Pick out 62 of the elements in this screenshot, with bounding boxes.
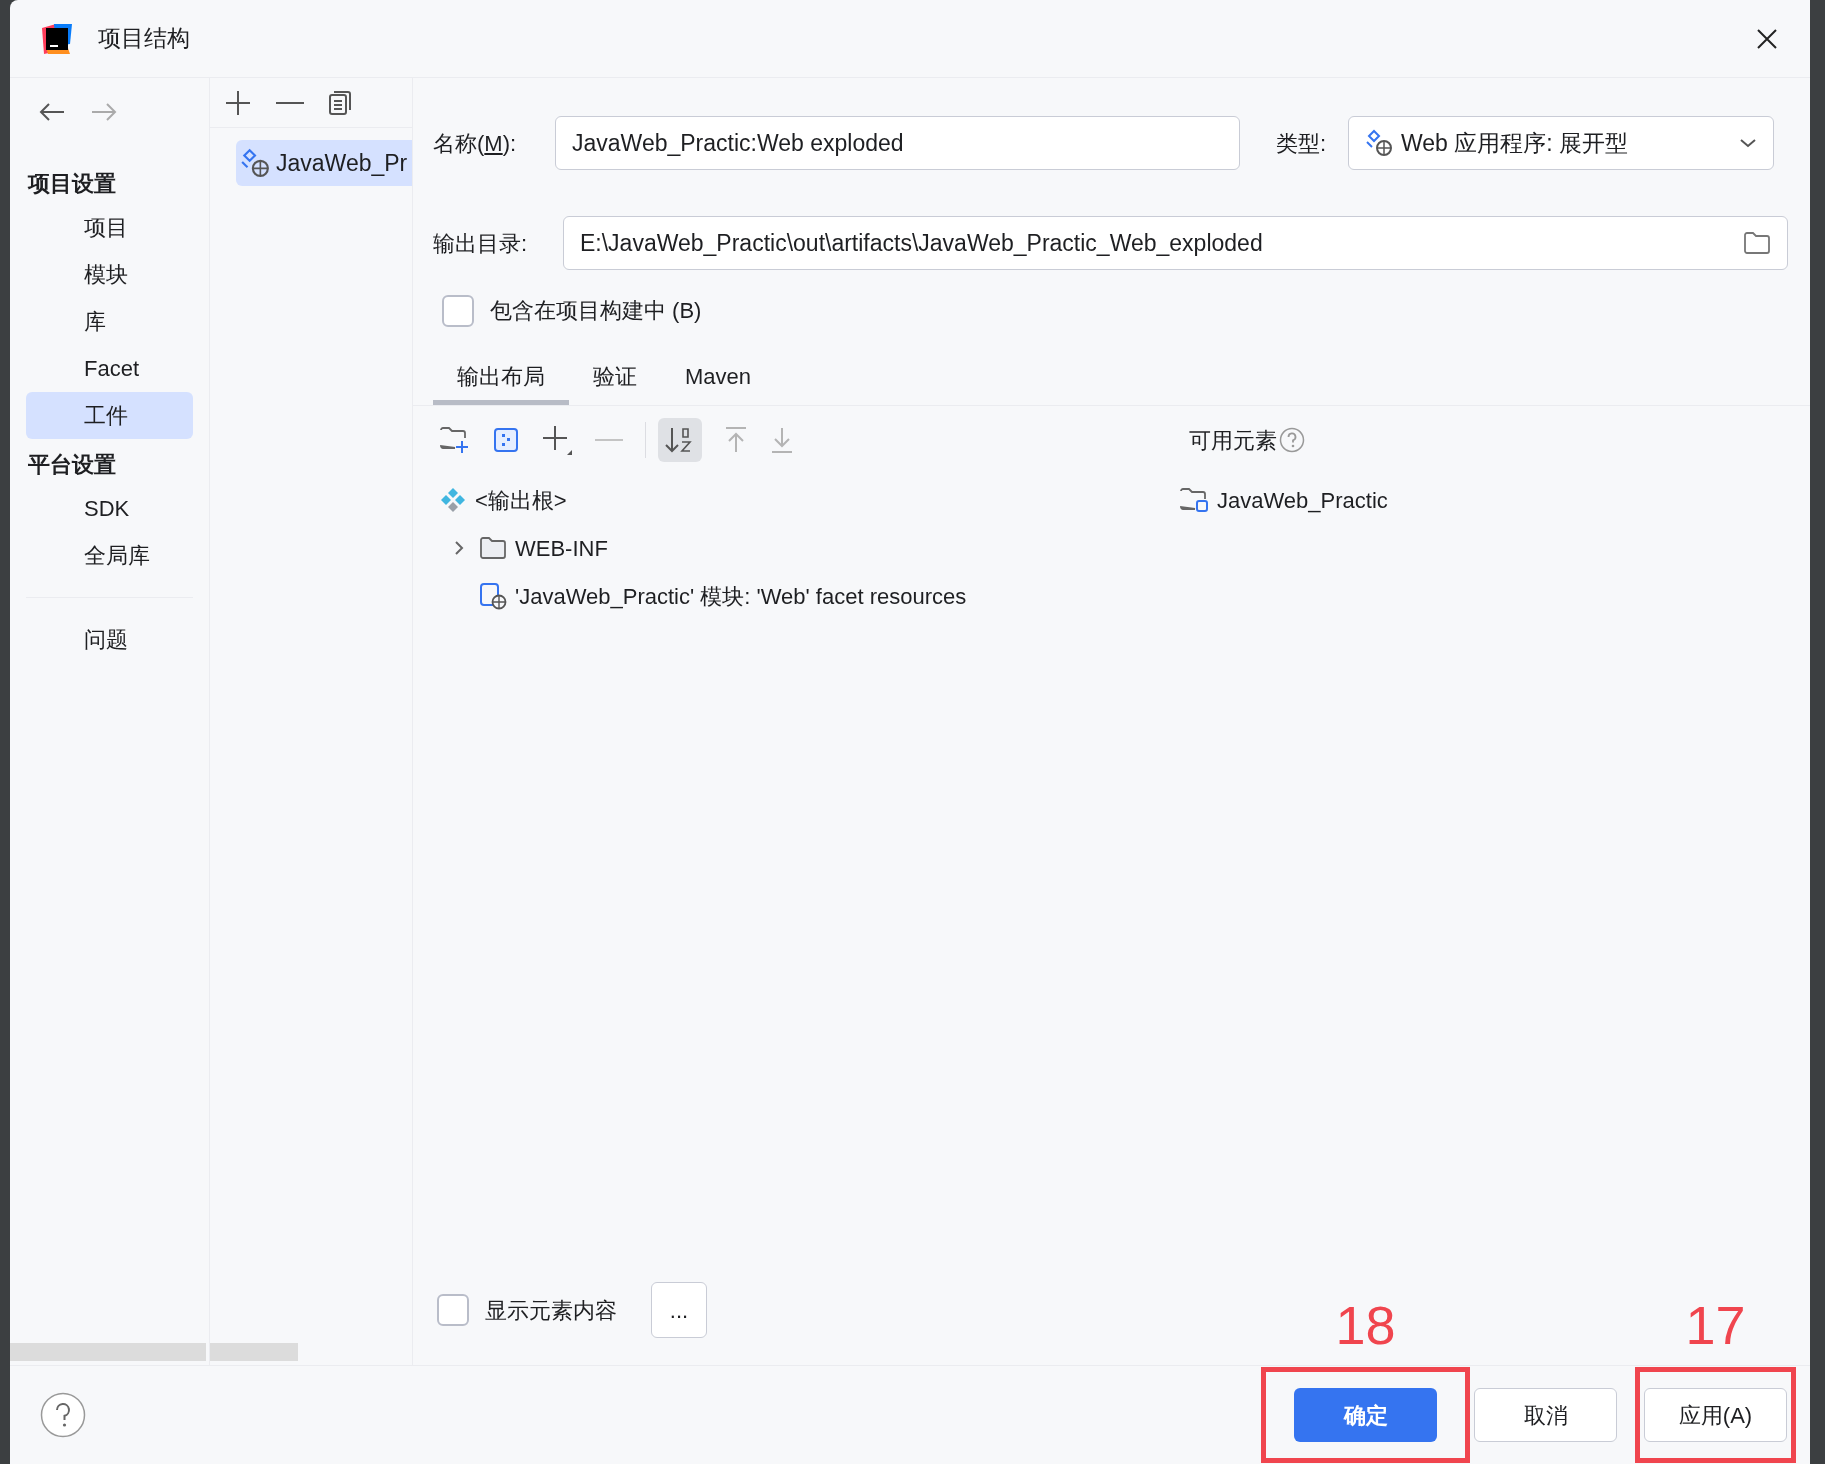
folder-icon[interactable] (1743, 231, 1771, 255)
sidebar-item[interactable]: 全局库 (26, 532, 193, 579)
dialog-button[interactable]: 取消 (1474, 1388, 1617, 1442)
tab[interactable]: 验证 (569, 353, 661, 405)
sort-icon[interactable] (658, 418, 702, 462)
section-heading: 平台设置 (27, 451, 117, 479)
window-title: 项目结构 (98, 24, 190, 54)
name-field[interactable]: JavaWeb_Practic:Web exploded (555, 116, 1240, 170)
checkbox[interactable] (437, 1294, 469, 1326)
module-icon[interactable] (493, 427, 519, 453)
web-module-icon (240, 148, 270, 178)
chevron-right-icon[interactable] (454, 540, 464, 556)
ok-button[interactable]: 确定 (1294, 1388, 1437, 1442)
sidebar-item[interactable]: SDK (26, 485, 193, 532)
help-icon[interactable] (40, 1392, 86, 1438)
diamond-cluster-icon (439, 486, 467, 514)
app-logo-icon (40, 21, 74, 56)
sidebar-item[interactable]: 问题 (26, 616, 193, 663)
type-label: 类型: (1276, 129, 1328, 158)
artifact-item[interactable]: JavaWeb_Pr (236, 140, 412, 186)
move-up-icon (724, 426, 748, 454)
checkbox-label: 包含在项目构建中 (B) (490, 297, 702, 325)
copy-icon[interactable] (328, 89, 352, 116)
new-folder-icon[interactable] (439, 426, 471, 454)
sidebar-item[interactable]: Facet (26, 345, 193, 392)
remove-icon[interactable] (276, 100, 304, 105)
sidebar-item[interactable]: 工件 (26, 392, 193, 439)
dialog-button[interactable]: 应用(A) (1644, 1388, 1787, 1442)
remove-icon (595, 438, 623, 442)
add-icon[interactable] (224, 88, 252, 117)
help-icon[interactable] (1279, 427, 1305, 453)
tab[interactable]: Maven (661, 353, 776, 405)
web-file-icon (479, 582, 507, 610)
close-icon[interactable] (1756, 27, 1778, 50)
web-module-icon (1365, 129, 1393, 157)
tree-item[interactable]: <输出根> (475, 483, 567, 517)
name-label: 名称(M): (433, 129, 518, 158)
sidebar-item[interactable]: 库 (26, 298, 193, 345)
module-folder-icon (1179, 487, 1209, 513)
folder-icon (479, 536, 507, 560)
move-down-icon (770, 426, 794, 454)
scrollbar[interactable] (10, 1343, 206, 1361)
more-button[interactable]: ... (651, 1282, 707, 1338)
sidebar-item[interactable]: 项目 (26, 204, 193, 251)
section-heading: 项目设置 (26, 170, 117, 198)
checkbox[interactable] (442, 294, 474, 327)
available-elements-label: 可用元素 (1189, 426, 1277, 455)
sidebar-item[interactable]: 模块 (26, 251, 193, 298)
output-dir-field[interactable]: E:\JavaWeb_Practic\out\artifacts\JavaWeb_Practic_Web_exploded (563, 216, 1788, 270)
back-arrow-icon[interactable] (38, 102, 66, 122)
type-dropdown[interactable]: Web 应用程序: 展开型 (1348, 116, 1774, 170)
annotation-number: 18 (1335, 1298, 1396, 1352)
annotation-number: 17 (1685, 1298, 1746, 1352)
checkbox-label: 显示元素内容 (485, 1296, 617, 1325)
output-dir-label: 输出目录: (433, 229, 529, 258)
tab[interactable]: 输出布局 (433, 353, 569, 405)
add-dropdown-icon[interactable] (541, 424, 573, 456)
tree-item[interactable]: 'JavaWeb_Practic' 模块: 'Web' facet resources (515, 579, 967, 613)
tree-item[interactable]: JavaWeb_Practic (1217, 483, 1388, 517)
chevron-down-icon (1739, 138, 1757, 148)
tree-item[interactable]: WEB-INF (515, 531, 608, 565)
scrollbar[interactable] (210, 1343, 298, 1361)
